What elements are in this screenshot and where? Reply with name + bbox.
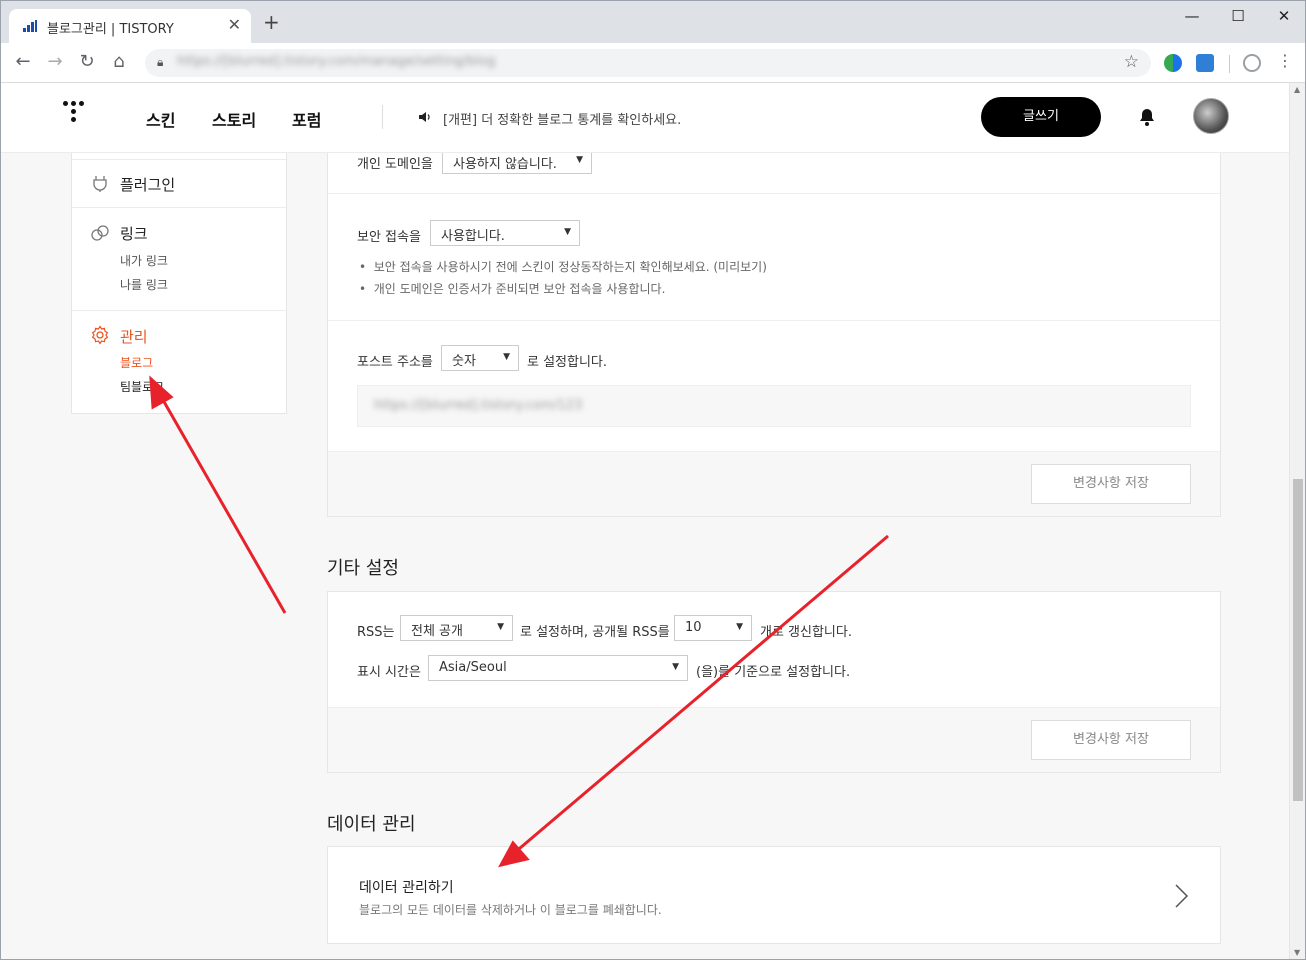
notice-text[interactable]: [개편] 더 정확한 블로그 통계를 확인하세요. (443, 109, 681, 128)
post-url-example: https://[blurred].tistory.com/123 (374, 398, 583, 413)
speaker-icon (419, 112, 430, 122)
extension-check-icon[interactable] (1196, 54, 1214, 72)
sidebar: 플러그인 링크 내가 링크 나를 링크 관리 블로그 팀블로그 (71, 153, 287, 414)
rss-label: RSS는 (357, 625, 395, 640)
lock-icon: 🔒︎ (157, 55, 164, 69)
caret-down-icon: ▼ (564, 227, 571, 237)
profile-icon[interactable] (1243, 54, 1261, 72)
browser-tab[interactable]: 블로그관리 | TISTORY ✕ (9, 9, 251, 43)
gear-icon (91, 325, 109, 345)
sidebar-item-plugin[interactable]: 플러그인 (72, 173, 286, 197)
tistory-header: 스킨 스토리 포럼 [개편] 더 정확한 블로그 통계를 확인하세요. 글쓰기 (1, 83, 1291, 153)
bookmark-star-icon[interactable]: ☆ (1124, 52, 1139, 72)
nav-forum[interactable]: 포럼 (292, 107, 321, 131)
plug-icon (93, 176, 107, 192)
custom-domain-label: 개인 도메인을 (357, 157, 433, 172)
sidebar-divider (72, 310, 286, 311)
forward-icon[interactable]: → (43, 51, 67, 72)
scrollbar-thumb[interactable] (1293, 479, 1303, 801)
rss-visibility-select[interactable]: 전체 공개 ▼ (400, 615, 513, 641)
sidebar-sub-my-links[interactable]: 내가 링크 (120, 252, 168, 269)
sidebar-item-manage[interactable]: 관리 (72, 325, 286, 349)
toolbar-divider (1229, 55, 1230, 73)
scroll-down-icon[interactable]: ▼ (1294, 948, 1300, 957)
post-url-label: 포스트 주소를 (357, 355, 433, 370)
tab-close-icon[interactable]: ✕ (228, 15, 241, 34)
home-icon[interactable]: ⌂ (107, 51, 131, 72)
tab-strip: 블로그관리 | TISTORY ✕ + — ☐ ✕ (1, 1, 1305, 43)
rss-suffix: 개로 갱신합니다. (760, 625, 852, 640)
caret-down-icon: ▼ (576, 155, 583, 165)
rss-count-value: 10 (685, 620, 702, 635)
caret-down-icon: ▼ (497, 622, 504, 632)
timezone-select[interactable]: Asia/Seoul ▼ (428, 655, 688, 681)
sidebar-item-label: 관리 (120, 328, 148, 346)
page-scrollbar[interactable]: ▲ ▼ (1289, 83, 1305, 959)
save-etc-button[interactable]: 변경사항 저장 (1031, 720, 1191, 760)
menu-dots-icon[interactable]: ⋮ (1273, 51, 1297, 70)
timezone-value: Asia/Seoul (439, 660, 507, 675)
data-management-title: 데이터 관리 (327, 814, 416, 835)
secure-note-2: • 개인 도메인은 인증서가 준비되면 보안 접속을 사용합니다. (359, 282, 666, 296)
write-post-button[interactable]: 글쓰기 (981, 97, 1101, 137)
timezone-label: 표시 시간은 (357, 665, 421, 680)
chevron-right-icon[interactable] (1173, 883, 1189, 909)
tab-title: 블로그관리 | TISTORY (47, 22, 174, 37)
sidebar-divider (72, 159, 286, 160)
browser-window: 블로그관리 | TISTORY ✕ + — ☐ ✕ ← → ↻ ⌂ 🔒︎ htt… (0, 0, 1306, 960)
post-url-value: 숫자 (452, 354, 476, 369)
post-url-preview: https://[blurred].tistory.com/123 (357, 385, 1191, 427)
url-text: https://[blurred].tistory.com/manage/set… (177, 54, 496, 69)
caret-down-icon: ▼ (672, 662, 679, 672)
rss-visibility-value: 전체 공개 (411, 624, 463, 639)
new-tab-button[interactable]: + (263, 12, 280, 32)
avatar[interactable] (1193, 98, 1229, 134)
save-domain-button[interactable]: 변경사항 저장 (1031, 464, 1191, 504)
rss-count-select[interactable]: 10 ▼ (674, 615, 752, 641)
etc-settings-title: 기타 설정 (327, 558, 399, 579)
sidebar-divider (72, 207, 286, 208)
note-text: 개인 도메인은 인증서가 준비되면 보안 접속을 사용합니다. (373, 282, 666, 296)
post-url-suffix: 로 설정합니다. (527, 355, 608, 370)
scroll-up-icon[interactable]: ▲ (1294, 85, 1300, 94)
data-management-link-title[interactable]: 데이터 관리하기 (359, 877, 454, 897)
sidebar-sub-blog[interactable]: 블로그 (120, 354, 153, 371)
sidebar-sub-team-blog[interactable]: 팀블로그 (120, 378, 164, 395)
caret-down-icon: ▼ (503, 352, 510, 362)
timezone-suffix: (을)를 기준으로 설정합니다. (696, 665, 851, 680)
nav-skin[interactable]: 스킨 (146, 107, 175, 131)
secure-note-1: • 보안 접속을 사용하시기 전에 스킨이 정상동작하는지 확인해보세요. (미… (359, 260, 767, 274)
sidebar-item-link[interactable]: 링크 (72, 223, 286, 247)
rss-mid-text: 로 설정하며, 공개될 RSS를 (520, 625, 670, 640)
address-bar[interactable]: 🔒︎ https://[blurred].tistory.com/manage/… (145, 49, 1151, 77)
post-url-select[interactable]: 숫자 ▼ (441, 345, 519, 371)
close-window-button[interactable]: ✕ (1269, 7, 1299, 25)
data-management-item[interactable] (327, 846, 1221, 944)
link-icon (91, 225, 109, 241)
bell-icon[interactable] (1137, 107, 1157, 127)
tistory-favicon-icon (23, 20, 37, 32)
browser-toolbar: ← → ↻ ⌂ 🔒︎ https://[blurred].tistory.com… (1, 43, 1305, 83)
minimize-button[interactable]: — (1177, 7, 1207, 25)
caret-down-icon: ▼ (736, 622, 743, 632)
extension-icon[interactable] (1164, 54, 1182, 72)
page-content: 개인 도메인을 사용하지 않습니다. ▼ 보안 접속을 사용합니다. ▼ • 보… (1, 83, 1291, 959)
back-icon[interactable]: ← (11, 51, 35, 72)
sidebar-sub-linked-me[interactable]: 나를 링크 (120, 276, 168, 293)
sidebar-item-label: 링크 (120, 225, 148, 243)
nav-story[interactable]: 스토리 (212, 107, 256, 131)
secure-access-select[interactable]: 사용합니다. ▼ (430, 220, 580, 246)
data-management-desc: 블로그의 모든 데이터를 삭제하거나 이 블로그를 폐쇄합니다. (359, 903, 662, 917)
secure-access-value: 사용합니다. (441, 229, 505, 244)
custom-domain-value: 사용하지 않습니다. (453, 157, 557, 172)
maximize-button[interactable]: ☐ (1223, 7, 1253, 25)
header-divider (382, 105, 383, 129)
tistory-logo[interactable] (63, 101, 87, 131)
secure-access-label: 보안 접속을 (357, 230, 421, 245)
divider (328, 320, 1220, 321)
sidebar-item-label: 플러그인 (120, 176, 176, 194)
reload-icon[interactable]: ↻ (75, 51, 99, 72)
divider (328, 193, 1220, 194)
note-text: 보안 접속을 사용하시기 전에 스킨이 정상동작하는지 확인해보세요. (미리보… (373, 260, 767, 274)
